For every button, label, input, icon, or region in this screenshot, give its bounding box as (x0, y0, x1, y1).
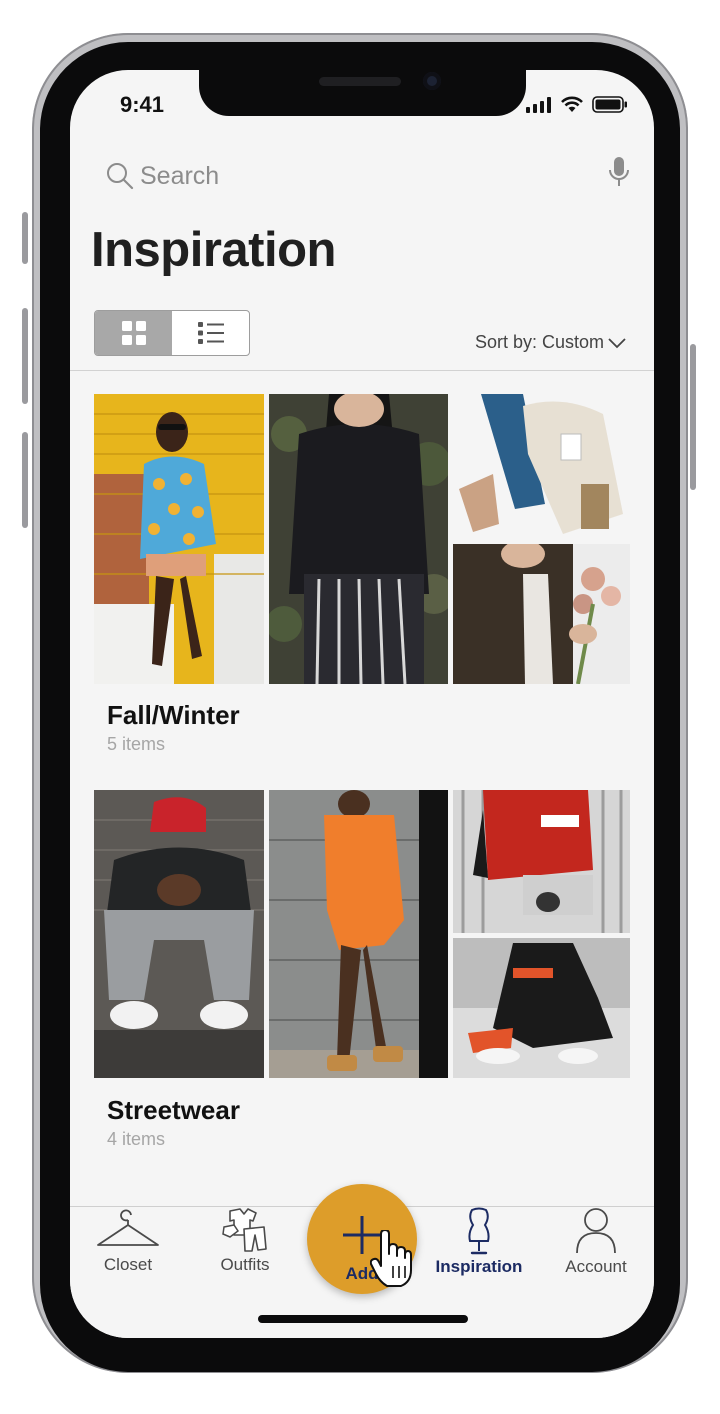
tab-label: Closet (103, 1255, 153, 1274)
chevron-down-icon (608, 337, 626, 348)
tab-label: Inspiration (435, 1257, 523, 1276)
tab-outfits[interactable]: Outfits (190, 1207, 300, 1275)
sort-label: Sort by: Custom (474, 332, 604, 352)
dress-form-icon (468, 1207, 490, 1255)
status-time: 9:41 (120, 92, 165, 117)
grid-icon (121, 321, 146, 345)
person-icon (576, 1208, 616, 1254)
photo-tile (453, 394, 630, 539)
page-title: Inspiration (91, 223, 336, 277)
view-toggle (94, 310, 250, 356)
photo-tile (94, 790, 264, 1078)
side-button (690, 344, 696, 490)
search-icon (107, 163, 134, 190)
photo-tile (453, 544, 630, 684)
tab-closet[interactable]: Closet (73, 1207, 183, 1275)
divider (70, 370, 654, 371)
photo-tile (453, 790, 630, 933)
collection-title: Fall/Winter (107, 700, 240, 730)
photo-tile (453, 938, 630, 1078)
grid-view-button[interactable] (95, 311, 172, 355)
outfits-icon (222, 1208, 267, 1252)
collection-card[interactable] (94, 790, 630, 1080)
collection-count: 5 items (107, 734, 166, 754)
home-indicator[interactable] (258, 1315, 468, 1323)
volume-down-button (22, 432, 28, 528)
wifi-icon (561, 96, 583, 112)
tab-account[interactable]: Account (541, 1207, 651, 1277)
silent-switch (22, 212, 28, 264)
search-bar[interactable]: Search (106, 156, 618, 196)
screen: 9:41 Search Inspiration Sort by: Custom … (70, 70, 654, 1338)
tab-label: Account (565, 1257, 627, 1276)
signal-icon (526, 96, 551, 113)
tab-label: Outfits (220, 1255, 270, 1274)
speaker (319, 77, 401, 86)
mic-icon[interactable] (608, 156, 630, 193)
status-icons (526, 96, 628, 113)
collection-card[interactable] (94, 394, 630, 684)
volume-up-button (22, 308, 28, 404)
list-icon (197, 322, 224, 344)
list-view-button[interactable] (172, 311, 249, 355)
photo-tile (94, 394, 264, 684)
notch (199, 70, 526, 116)
search-input[interactable]: Search (140, 162, 219, 191)
hanger-icon (97, 1209, 159, 1246)
battery-icon (592, 96, 627, 113)
photo-tile (269, 790, 448, 1078)
collection-title: Streetwear (107, 1095, 240, 1125)
hand-cursor-icon (370, 1230, 412, 1287)
front-camera (423, 72, 441, 90)
sort-dropdown[interactable]: Sort by: Custom (475, 332, 626, 353)
photo-tile (269, 394, 448, 684)
tab-inspiration[interactable]: Inspiration (424, 1207, 534, 1277)
collection-count: 4 items (107, 1129, 166, 1149)
